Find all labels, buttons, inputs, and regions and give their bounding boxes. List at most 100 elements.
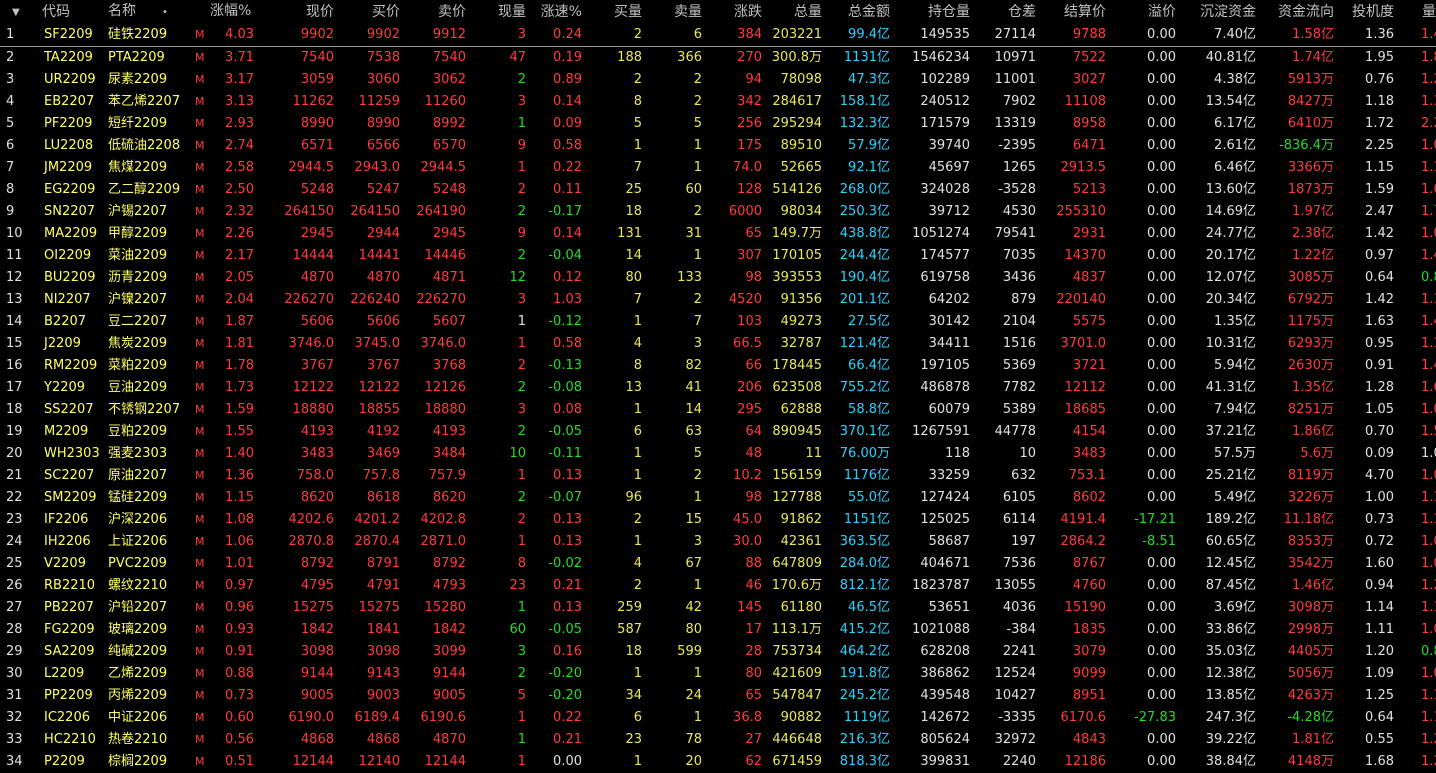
contract-code[interactable]: SF2209 [40,24,108,47]
contract-code[interactable]: UR2209 [40,69,108,91]
table-row[interactable]: 4 EB2207 苯乙烯2207 M 3.13 11262 11259 11260 3 0.14 8… [0,91,1436,113]
contract-name[interactable]: 乙二醇2209 [108,179,192,201]
contract-code[interactable]: V2209 [40,553,108,575]
contract-code[interactable]: FG2209 [40,619,108,641]
contract-code[interactable]: IC2206 [40,707,108,729]
contract-code[interactable]: P2209 [40,751,108,773]
table-row[interactable]: 3 UR2209 尿素2209 M 3.17 3059 3060 3062 2 0.89 2 2 94 7… [0,69,1436,91]
contract-name[interactable]: 中证2206 [108,707,192,729]
contract-code[interactable]: BU2209 [40,267,108,289]
contract-code[interactable]: M2209 [40,421,108,443]
contract-code[interactable]: HC2210 [40,729,108,751]
contract-name[interactable]: 纯碱2209 [108,641,192,663]
contract-code[interactable]: EG2209 [40,179,108,201]
table-row[interactable]: 17 Y2209 豆油2209 M 1.73 12122 12122 12126 2 -0.08 1… [0,377,1436,399]
table-row[interactable]: 24 IH2206 上证2206 M 1.06 2870.8 2870.4 2871.0 1 0.… [0,531,1436,553]
contract-name[interactable]: 菜粕2209 [108,355,192,377]
contract-name[interactable]: 短纤2209 [108,113,192,135]
contract-name[interactable]: 苯乙烯2207 [108,91,192,113]
contract-name[interactable]: 硅铁2209 [108,24,192,47]
contract-name[interactable]: 沪深2206 [108,509,192,531]
contract-name[interactable]: 豆二2207 [108,311,192,333]
contract-code[interactable]: B2207 [40,311,108,333]
contract-name[interactable]: 热卷2210 [108,729,192,751]
table-row[interactable]: 19 M2209 豆粕2209 M 1.55 4193 4192 4193 2 -0.05 6 63 6… [0,421,1436,443]
table-row[interactable]: 14 B2207 豆二2207 M 1.87 5606 5606 5607 1 -0.12 1 7 10… [0,311,1436,333]
table-row[interactable]: 11 OI2209 菜油2209 M 2.17 14444 14441 14446 2 -0.04… [0,245,1436,267]
contract-name[interactable]: 沪锡2207 [108,201,192,223]
table-row[interactable]: 23 IF2206 沪深2206 M 1.08 4202.6 4201.2 4202.8 2 0.… [0,509,1436,531]
contract-name[interactable]: PVC2209 [108,553,192,575]
col-header-speed[interactable]: 涨速% [526,0,582,24]
contract-name[interactable]: 上证2206 [108,531,192,553]
col-header-ask[interactable]: 卖价 [400,0,466,24]
contract-name[interactable]: 甲醇2209 [108,223,192,245]
table-row[interactable]: 8 EG2209 乙二醇2209 M 2.50 5248 5247 5248 2 0.11 25 60… [0,179,1436,201]
contract-name[interactable]: 豆油2209 [108,377,192,399]
contract-code[interactable]: TA2209 [40,47,108,70]
table-row[interactable]: 10 MA2209 甲醇2209 M 2.26 2945 2944 2945 9 0.14 131 3… [0,223,1436,245]
contract-name[interactable]: 沪镍2207 [108,289,192,311]
col-header-premium[interactable]: 溢价 [1106,0,1176,24]
table-row[interactable]: 32 IC2206 中证2206 M 0.60 6190.0 6189.4 6190.6 1 0.… [0,707,1436,729]
col-header-oi-diff[interactable]: 仓差 [970,0,1036,24]
table-row[interactable]: 7 JM2209 焦煤2209 M 2.58 2944.5 2943.0 2944.5 1 0.2… [0,157,1436,179]
col-header-flow[interactable]: 资金流向 [1256,0,1334,24]
table-row[interactable]: 27 PB2207 沪铅2207 M 0.96 15275 15275 15280 1 0.13 2… [0,597,1436,619]
contract-code[interactable]: IH2206 [40,531,108,553]
col-header-bid-vol[interactable]: 买量 [582,0,642,24]
col-header-name[interactable]: 名称 • [108,0,192,24]
col-header-code[interactable]: 代码 [40,0,108,24]
contract-code[interactable]: JM2209 [40,157,108,179]
contract-name[interactable]: 豆粕2209 [108,421,192,443]
contract-name[interactable]: 低硫油2208 [108,135,192,157]
contract-code[interactable]: J2209 [40,333,108,355]
col-header-amount[interactable]: 总金额 [822,0,890,24]
contract-code[interactable]: SN2207 [40,201,108,223]
contract-name[interactable]: 焦煤2209 [108,157,192,179]
contract-name[interactable]: PTA2209 [108,47,192,70]
contract-name[interactable]: 尿素2209 [108,69,192,91]
contract-code[interactable]: SS2207 [40,399,108,421]
contract-code[interactable]: WH2303 [40,443,108,465]
contract-code[interactable]: SM2209 [40,487,108,509]
contract-code[interactable]: OI2209 [40,245,108,267]
contract-name[interactable]: 焦炭2209 [108,333,192,355]
col-header-vol-now[interactable]: 现量 [466,0,526,24]
col-header-change[interactable]: 涨跌 [702,0,762,24]
table-row[interactable]: 20 WH2303 强麦2303 M 1.40 3483 3469 3484 10 -0.11 1 5… [0,443,1436,465]
contract-name[interactable]: 强麦2303 [108,443,192,465]
contract-code[interactable]: L2209 [40,663,108,685]
contract-name[interactable]: 菜油2209 [108,245,192,267]
table-row[interactable]: 1 SF2209 硅铁2209 M 4.03 9902 9902 9912 3 0.24 2 6 384… [0,24,1436,47]
contract-code[interactable]: PP2209 [40,685,108,707]
col-header-capital[interactable]: 沉淀资金 [1176,0,1256,24]
table-row[interactable]: 12 BU2209 沥青2209 M 2.05 4870 4870 4871 12 0.12 80 1… [0,267,1436,289]
contract-code[interactable]: EB2207 [40,91,108,113]
col-header-ask-vol[interactable]: 卖量 [642,0,702,24]
contract-name[interactable]: 锰硅2209 [108,487,192,509]
col-header-vol-ratio[interactable]: 量比 [1394,0,1436,24]
col-header-bid[interactable]: 买价 [334,0,400,24]
col-header-spec[interactable]: 投机度 [1334,0,1394,24]
contract-name[interactable]: 丙烯2209 [108,685,192,707]
table-row[interactable]: 16 RM2209 菜粕2209 M 1.78 3767 3767 3768 2 -0.13 8 82… [0,355,1436,377]
contract-code[interactable]: IF2206 [40,509,108,531]
table-row[interactable]: 21 SC2207 原油2207 M 1.36 758.0 757.8 757.9 1 0.13 1… [0,465,1436,487]
contract-code[interactable]: MA2209 [40,223,108,245]
table-row[interactable]: 34 P2209 棕榈2209 M 0.51 12144 12140 12144 1 0.00 1 2… [0,751,1436,773]
table-row[interactable]: 30 L2209 乙烯2209 M 0.88 9144 9143 9144 2 -0.20 1 1 80… [0,663,1436,685]
contract-name[interactable]: 螺纹2210 [108,575,192,597]
contract-name[interactable]: 棕榈2209 [108,751,192,773]
contract-code[interactable]: LU2208 [40,135,108,157]
table-row[interactable]: 2 TA2209 PTA2209 M 3.71 7540 7538 7540 47 0.19 188… [0,47,1436,70]
table-row[interactable]: 18 SS2207 不锈钢2207 M 1.59 18880 18855 18880 3 0.08… [0,399,1436,421]
contract-name[interactable]: 玻璃2209 [108,619,192,641]
table-row[interactable]: 13 NI2207 沪镍2207 M 2.04 226270 226240 226270 3 1.… [0,289,1436,311]
table-row[interactable]: 29 SA2209 纯碱2209 M 0.91 3098 3098 3099 3 0.16 18 59… [0,641,1436,663]
col-header-change-pct[interactable]: 涨幅%↓ [210,0,254,24]
contract-code[interactable]: NI2207 [40,289,108,311]
contract-name[interactable]: 沥青2209 [108,267,192,289]
contract-code[interactable]: RM2209 [40,355,108,377]
contract-name[interactable]: 乙烯2209 [108,663,192,685]
